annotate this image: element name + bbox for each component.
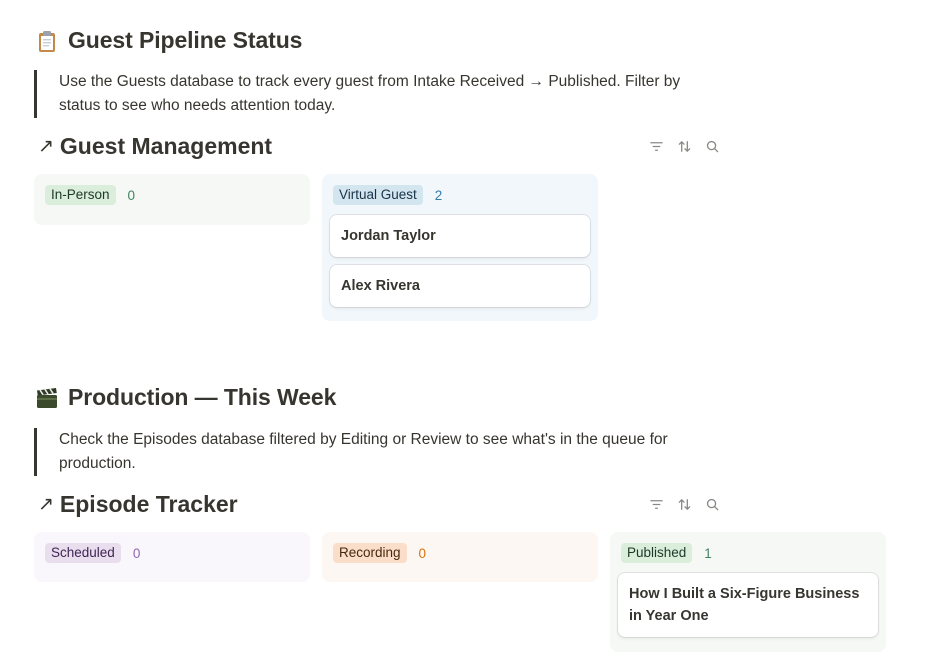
column-count: 2 (434, 187, 443, 203)
filter-icon[interactable] (647, 495, 665, 513)
sort-icon[interactable] (675, 137, 693, 155)
board-column-virtual-guest: Virtual Guest 2 Jordan Taylor Alex River… (322, 174, 598, 321)
section-title: Guest Pipeline Status (68, 27, 303, 53)
column-count: 0 (418, 545, 427, 561)
column-count: 1 (704, 545, 712, 561)
database-title: Episode Tracker (59, 491, 238, 517)
column-count: 0 (127, 187, 136, 203)
card-title: How I Built a Six-Figure Business in Yea… (629, 586, 860, 624)
section-title: Production — This Week (68, 384, 337, 410)
section-heading-guest-pipeline: Guest Pipeline Status (35, 27, 302, 54)
board-column-recording: Recording 0 (322, 532, 598, 582)
database-toolbar (647, 495, 721, 513)
board-card[interactable]: Alex Rivera (330, 265, 590, 307)
board-column-published: Published 1 How I Built a Six-Figure Bus… (610, 532, 886, 652)
search-icon[interactable] (703, 137, 721, 155)
database-title: Guest Management (59, 133, 273, 159)
section-heading-production: Production — This Week (35, 384, 336, 411)
board-card[interactable]: Jordan Taylor (330, 215, 590, 257)
status-tag[interactable]: Published (621, 543, 693, 563)
column-count: 0 (132, 545, 141, 561)
clapperboard-icon (35, 386, 59, 410)
search-icon[interactable] (703, 495, 721, 513)
database-title-episode-tracker[interactable]: ↗ Episode Tracker (38, 491, 238, 518)
board-column-scheduled: Scheduled 0 (34, 532, 310, 582)
callout-quote-episodes: Check the Episodes database filtered by … (34, 428, 694, 476)
clipboard-icon (35, 29, 59, 53)
board-card[interactable]: How I Built a Six-Figure Business in Yea… (618, 573, 878, 637)
card-title: Alex Rivera (341, 278, 420, 294)
database-toolbar (647, 137, 721, 155)
status-tag[interactable]: Virtual Guest (333, 185, 423, 205)
status-tag[interactable]: In-Person (45, 185, 116, 205)
status-tag[interactable]: Scheduled (45, 543, 121, 563)
card-title: Jordan Taylor (341, 228, 436, 244)
sort-icon[interactable] (675, 495, 693, 513)
status-tag[interactable]: Recording (333, 543, 407, 563)
filter-icon[interactable] (647, 137, 665, 155)
link-arrow-icon: ↗ (38, 494, 54, 515)
link-arrow-icon: ↗ (38, 136, 54, 157)
board-column-in-person: In-Person 0 (34, 174, 310, 225)
database-title-guest-management[interactable]: ↗ Guest Management (38, 133, 272, 160)
callout-quote-guests: Use the Guests database to track every g… (34, 70, 694, 118)
